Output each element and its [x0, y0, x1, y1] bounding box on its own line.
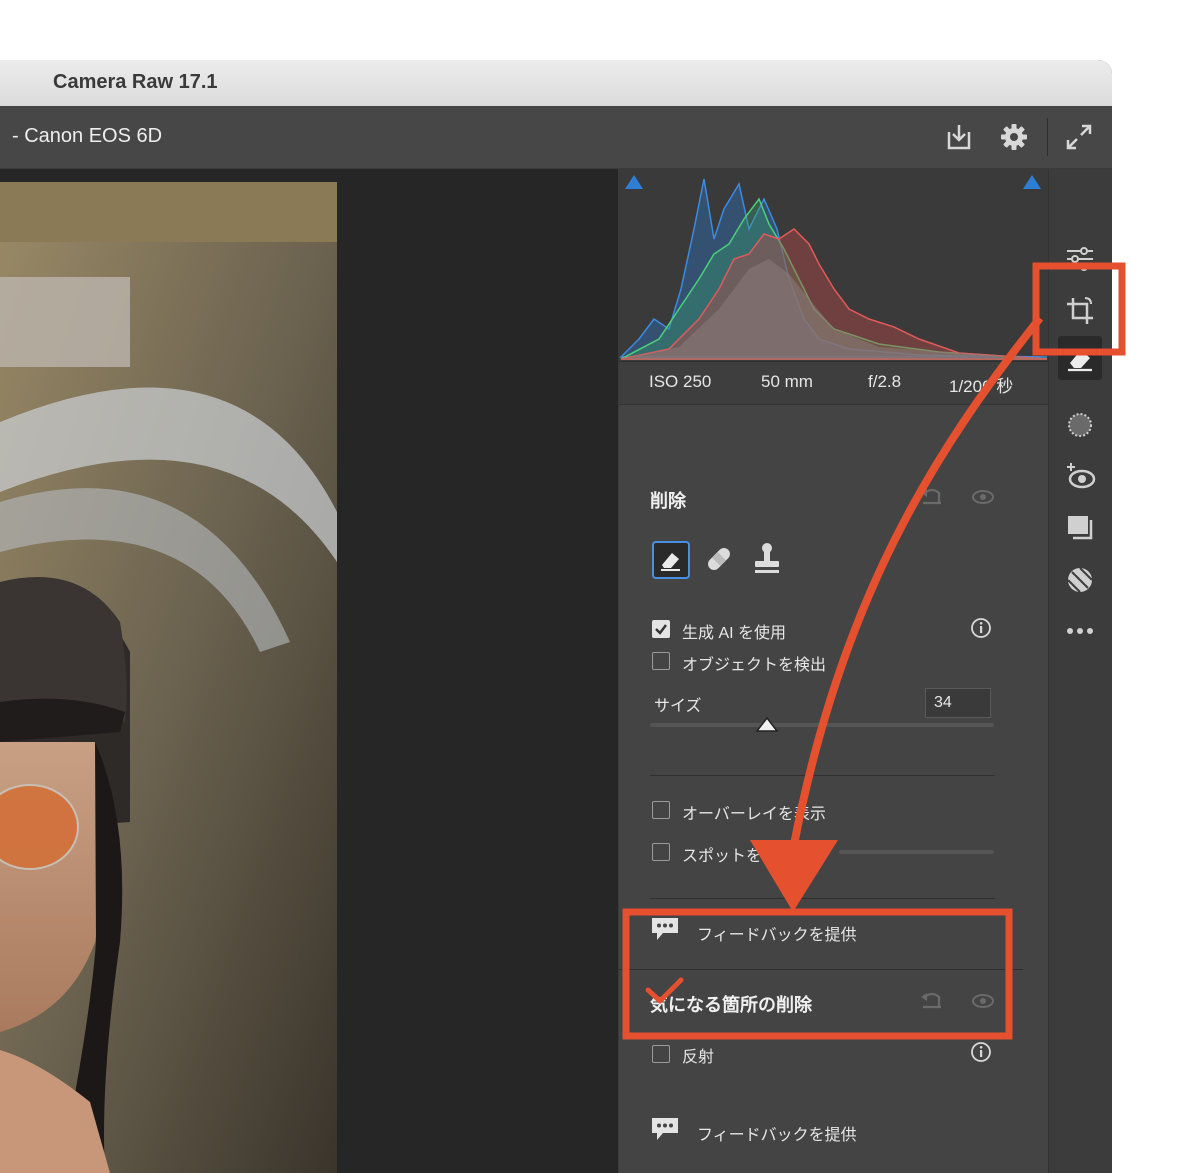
more-icon[interactable]: [1063, 614, 1097, 648]
remove-tool-eraser-icon[interactable]: [652, 541, 690, 579]
detect-objects-label: オブジェクトを検出: [682, 657, 827, 674]
size-slider-thumb[interactable]: [755, 715, 779, 733]
distraction-removal-title: 気になる箇所の削除: [650, 995, 812, 1015]
camera-model: - Canon EOS 6D: [12, 125, 163, 147]
use-generative-ai-label: 生成 AI を使用: [682, 625, 787, 642]
reflections-checkbox[interactable]: [652, 1045, 670, 1063]
exif-focal-length: 50 mm: [761, 372, 813, 391]
window-title: Camera Raw 17.1: [53, 71, 218, 93]
gear-icon[interactable]: [997, 120, 1031, 154]
histogram: [619, 169, 1049, 361]
eye-icon[interactable]: [971, 991, 995, 1011]
snapshots-icon[interactable]: [1063, 511, 1097, 545]
tool-rail: [1048, 169, 1112, 1173]
feedback-link[interactable]: フィードバックを提供: [697, 921, 857, 945]
visualize-spots-slider[interactable]: [839, 850, 994, 854]
show-overlay-label: オーバーレイを表示: [682, 806, 826, 823]
visualize-spots-label: スポットを可視化: [682, 848, 811, 865]
image-canvas[interactable]: [0, 169, 618, 1173]
divider: [650, 898, 995, 899]
exif-shutter: 1/200 秒: [949, 377, 1014, 396]
title-bar: Camera Raw 17.1: [0, 60, 1112, 107]
exif-bar: ISO 250 50 mm f/2.8 1/200 秒: [619, 361, 1049, 405]
masking-icon[interactable]: [1063, 408, 1097, 442]
header-separator: [1047, 118, 1048, 156]
eraser-icon[interactable]: [1063, 341, 1097, 375]
exif-iso: ISO 250: [649, 372, 712, 391]
size-input[interactable]: 34: [925, 688, 991, 718]
feedback-icon: [652, 918, 678, 940]
remove-section-title: 削除: [650, 491, 686, 511]
fullscreen-icon[interactable]: [1062, 120, 1096, 154]
use-generative-ai-checkbox[interactable]: [652, 620, 670, 638]
size-label: サイズ: [654, 698, 702, 715]
reset-icon[interactable]: [919, 989, 945, 1013]
detect-objects-checkbox[interactable]: [652, 652, 670, 670]
header-bar: - Canon EOS 6D: [0, 106, 1112, 169]
crop-icon[interactable]: [1063, 294, 1097, 328]
size-value: 34: [934, 694, 952, 711]
clone-tool-stamp-icon[interactable]: [750, 541, 784, 575]
edit-sliders-icon[interactable]: [1063, 242, 1097, 276]
photo-preview[interactable]: [0, 182, 337, 1173]
feedback-link[interactable]: フィードバックを提供: [697, 1121, 857, 1145]
divider: [650, 775, 995, 776]
reset-icon[interactable]: [919, 485, 945, 509]
info-icon[interactable]: [970, 617, 992, 639]
divider: [619, 969, 1023, 970]
presets-icon[interactable]: [1063, 563, 1097, 597]
reflections-label: 反射: [682, 1049, 715, 1066]
heal-tool-bandage-icon[interactable]: [703, 543, 735, 575]
camera-raw-window: Camera Raw 17.1 - Canon EOS 6D ISO 250 5…: [0, 60, 1112, 1173]
feedback-icon: [652, 1118, 678, 1140]
save-icon[interactable]: [942, 120, 976, 154]
size-slider-track[interactable]: [650, 723, 994, 727]
eye-icon[interactable]: [971, 487, 995, 507]
visualize-spots-checkbox[interactable]: [652, 843, 670, 861]
info-icon[interactable]: [970, 1041, 992, 1063]
edit-panel: ISO 250 50 mm f/2.8 1/200 秒 削除 生成 AI を使用…: [618, 169, 1049, 1173]
exif-aperture: f/2.8: [868, 372, 902, 391]
red-eye-icon[interactable]: [1063, 459, 1097, 493]
show-overlay-checkbox[interactable]: [652, 801, 670, 819]
